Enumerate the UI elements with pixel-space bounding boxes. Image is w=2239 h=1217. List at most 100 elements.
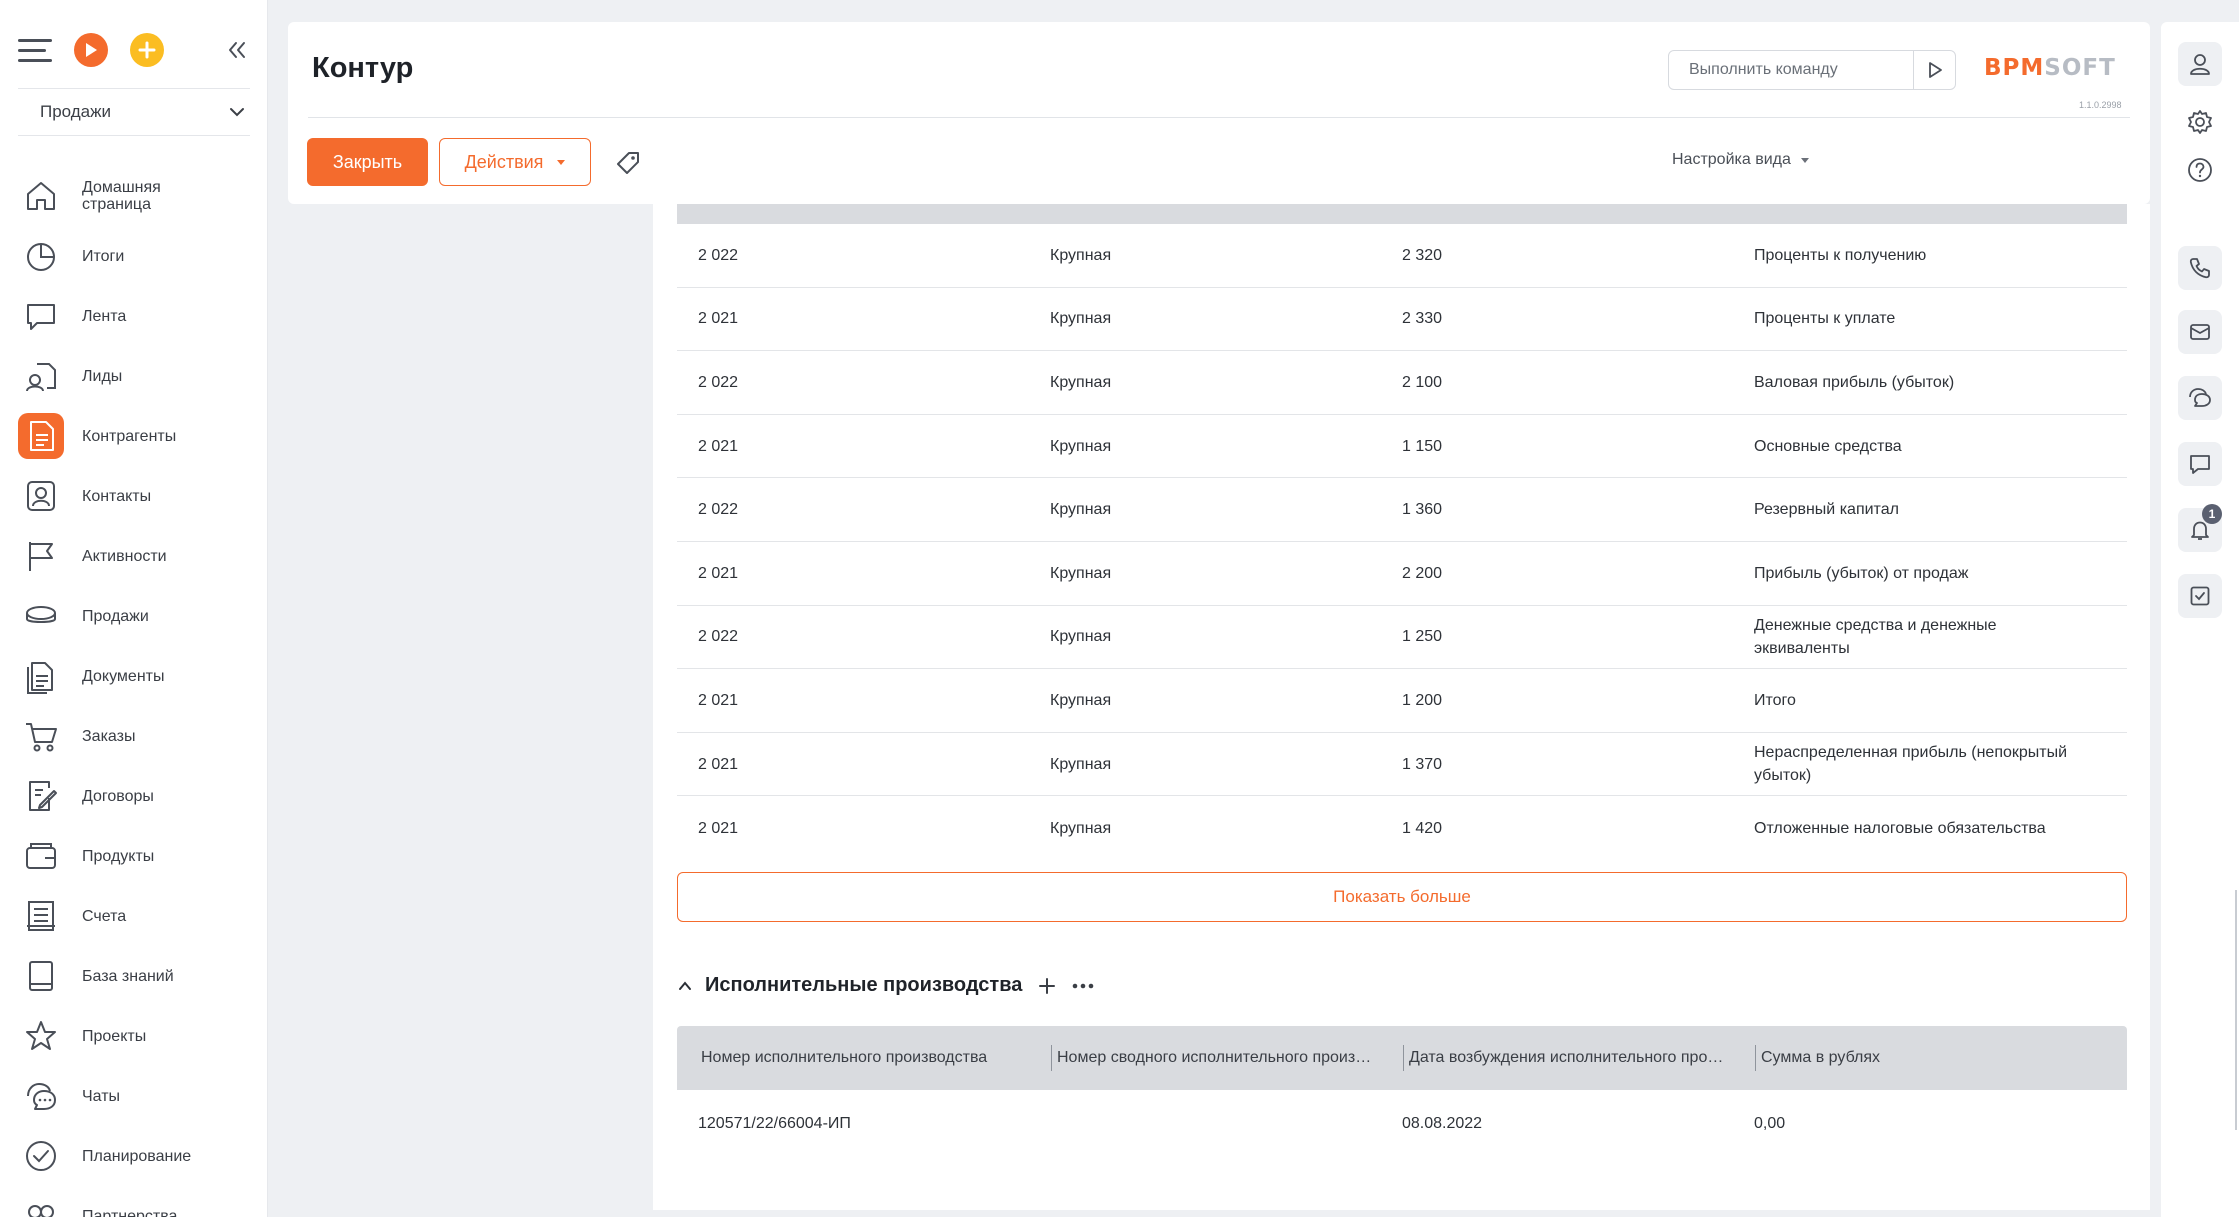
- command-line: [1668, 50, 1956, 90]
- table-row[interactable]: 2 022 Крупная 2 320 Проценты к получению: [677, 224, 2127, 288]
- show-more-button[interactable]: Показать больше: [677, 872, 2127, 922]
- sidebar-item-partnerships[interactable]: Партнерства: [18, 1186, 258, 1217]
- table-row[interactable]: 2 022 Крупная 1 250 Денежные средства и …: [677, 606, 2127, 670]
- table-row[interactable]: 2 021 Крупная 1 370 Нераспределенная при…: [677, 733, 2127, 797]
- logo: BPMSOFT: [1984, 55, 2116, 81]
- sidebar-item-knowledge-base[interactable]: База знаний: [18, 946, 258, 1006]
- cell-category: Крупная: [1050, 437, 1112, 455]
- cell-code: 2 320: [1402, 246, 1443, 264]
- sidebar-item-opportunities[interactable]: Продажи: [18, 586, 258, 646]
- grid-header-bar: [677, 204, 2127, 224]
- close-button[interactable]: Закрыть: [307, 138, 428, 186]
- chevron-up-icon[interactable]: [677, 980, 693, 992]
- run-process-button[interactable]: [74, 33, 108, 67]
- quick-add-button[interactable]: [130, 33, 164, 67]
- cart-icon: [18, 713, 64, 759]
- run-command-button[interactable]: [1913, 51, 1955, 89]
- cell-category: Крупная: [1050, 246, 1112, 264]
- tasks-button[interactable]: [2178, 574, 2222, 618]
- sidebar-item-contacts[interactable]: Контакты: [18, 466, 258, 526]
- cell-indicator: Прибыль (убыток) от продаж: [1754, 564, 1969, 582]
- double-chevron-left-icon: [229, 42, 245, 58]
- chevron-down-icon: [230, 108, 244, 117]
- scrollbar[interactable]: [2235, 890, 2237, 1130]
- sidebar-item-chats[interactable]: Чаты: [18, 1066, 258, 1126]
- cell-amount: 0,00: [1754, 1114, 1786, 1132]
- command-input[interactable]: [1669, 51, 1913, 89]
- sidebar-item-invoices[interactable]: Счета: [18, 886, 258, 946]
- sidebar-top-bar: [18, 30, 250, 70]
- collapse-sidebar-button[interactable]: [224, 37, 250, 63]
- menu-icon[interactable]: [18, 37, 52, 63]
- cell-category: Крупная: [1050, 373, 1112, 391]
- cell-indicator: Валовая прибыль (убыток): [1754, 373, 1955, 391]
- column-header[interactable]: Номер исполнительного производства: [701, 1026, 1021, 1090]
- sidebar-item-leads[interactable]: Лиды: [18, 346, 258, 406]
- column-header[interactable]: Дата возбуждения исполнительного про…: [1403, 1045, 1743, 1071]
- table-row[interactable]: 2 021 Крупная 1 150 Основные средства: [677, 415, 2127, 479]
- sidebar-item-label: Договоры: [82, 787, 154, 805]
- table-row[interactable]: 2 021 Крупная 2 200 Прибыль (убыток) от …: [677, 542, 2127, 606]
- column-header[interactable]: Номер сводного исполнительного произ…: [1051, 1045, 1371, 1071]
- cell-date: 08.08.2022: [1402, 1114, 1483, 1132]
- tag-button[interactable]: [614, 149, 642, 177]
- home-icon: [18, 173, 64, 219]
- sidebar-item-label: Партнерства: [82, 1207, 178, 1217]
- notifications-button[interactable]: 1: [2178, 504, 2222, 552]
- accounts-icon: [18, 413, 64, 459]
- header-divider: [308, 117, 2130, 118]
- cell-year: 2 022: [698, 373, 739, 391]
- app-version: 1.1.0.2998: [2079, 100, 2122, 110]
- table-row[interactable]: 2 022 Крупная 2 100 Валовая прибыль (убы…: [677, 351, 2127, 415]
- table-row[interactable]: 120571/22/66004-ИП 08.08.2022 0,00: [677, 1090, 2127, 1156]
- page-title: Контур: [312, 52, 414, 84]
- checkbox-icon: [2190, 586, 2210, 606]
- workspace-select[interactable]: Продажи: [18, 88, 250, 136]
- cell-indicator: Нераспределенная прибыль (непокрытый убы…: [1754, 744, 2068, 785]
- view-settings-label: Настройка вида: [1672, 151, 1791, 168]
- comment-icon: [2190, 455, 2210, 474]
- actions-button[interactable]: Действия: [439, 138, 591, 186]
- cell-category: Крупная: [1050, 755, 1112, 773]
- sidebar-item-planning[interactable]: Планирование: [18, 1126, 258, 1186]
- more-options-icon[interactable]: [1072, 982, 1094, 990]
- table-row[interactable]: 2 022 Крупная 1 360 Резервный капитал: [677, 478, 2127, 542]
- help-button[interactable]: [2178, 148, 2222, 192]
- feed-button[interactable]: [2178, 442, 2222, 486]
- column-header[interactable]: Сумма в рублях: [1755, 1045, 1955, 1071]
- sidebar-item-dashboards[interactable]: Итоги: [18, 226, 258, 286]
- sidebar-item-activities[interactable]: Активности: [18, 526, 258, 586]
- chats-button[interactable]: [2178, 376, 2222, 420]
- sidebar-item-contracts[interactable]: Договоры: [18, 766, 258, 826]
- sidebar-item-documents[interactable]: Документы: [18, 646, 258, 706]
- settings-button[interactable]: [2178, 100, 2222, 144]
- knowledge-icon: [18, 953, 64, 999]
- profile-button[interactable]: [2178, 42, 2222, 86]
- add-record-icon[interactable]: [1038, 977, 1056, 995]
- products-icon: [18, 833, 64, 879]
- table-row[interactable]: 2 021 Крупная 2 330 Проценты к уплате: [677, 288, 2127, 352]
- cell-indicator: Основные средства: [1754, 437, 1902, 455]
- table-row[interactable]: 2 021 Крупная 1 420 Отложенные налоговые…: [677, 796, 2127, 860]
- sidebar-item-feed[interactable]: Лента: [18, 286, 258, 346]
- notifications-badge: 1: [2202, 504, 2222, 524]
- cell-indicator: Проценты к получению: [1754, 246, 1927, 264]
- sidebar-item-home[interactable]: Домашняя страница: [18, 166, 258, 226]
- table-row[interactable]: 2 021 Крупная 1 200 Итого: [677, 669, 2127, 733]
- cell-code: 2 100: [1402, 373, 1443, 391]
- documents-icon: [18, 653, 64, 699]
- email-button[interactable]: [2178, 310, 2222, 354]
- sidebar-item-orders[interactable]: Заказы: [18, 706, 258, 766]
- sidebar-item-products[interactable]: Продукты: [18, 826, 258, 886]
- sidebar-item-label: Итоги: [82, 247, 125, 265]
- view-settings-button[interactable]: Настройка вида: [1672, 151, 1809, 169]
- sidebar-nav: Домашняя страница Итоги Лента Лиды Контр…: [18, 166, 258, 1217]
- sidebar-item-accounts[interactable]: Контрагенты: [18, 406, 258, 466]
- user-icon: [2190, 54, 2210, 75]
- sidebar-item-projects[interactable]: Проекты: [18, 1006, 258, 1066]
- cell-year: 2 021: [698, 437, 739, 455]
- cell-year: 2 022: [698, 628, 739, 646]
- cell-year: 2 021: [698, 819, 739, 837]
- phone-button[interactable]: [2178, 246, 2222, 290]
- cell-indicator: Проценты к уплате: [1754, 310, 1896, 328]
